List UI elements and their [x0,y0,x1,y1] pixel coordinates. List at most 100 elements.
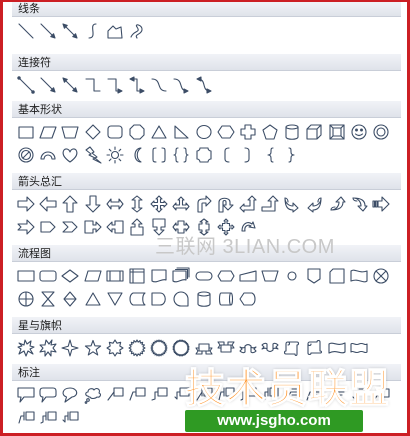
shape-terminator[interactable] [194,265,214,286]
shape-donut[interactable] [371,121,391,142]
shape-arrow-line[interactable] [38,20,58,41]
shape-manual-operation[interactable] [260,265,280,286]
shape-moon[interactable] [127,144,147,165]
shape-oval-callout[interactable] [60,384,80,405]
shape-right-brace[interactable] [282,144,302,165]
shape-data[interactable] [83,265,103,286]
shape-pentagon[interactable] [260,121,280,142]
shape-rectangle[interactable] [16,121,36,142]
shape-16-point-star[interactable] [127,337,147,358]
shape-line-callout-2[interactable] [127,384,147,405]
shape-freeform[interactable] [105,20,125,41]
shape-curve[interactable] [83,20,103,41]
shape-straight-double-arrow-connector[interactable] [60,74,80,95]
shape-straight-arrow-connector[interactable] [38,74,58,95]
shape-preparation[interactable] [216,265,236,286]
shape-curved-arrow-connector[interactable] [171,74,191,95]
shape-elbow-arrow-connector[interactable] [105,74,125,95]
shape-cloud-callout[interactable] [83,384,103,405]
shape-sort[interactable] [60,288,80,309]
shape-bent-up-arrow[interactable] [260,193,280,214]
shape-parallelogram[interactable] [38,121,58,142]
shape-left-arrow-callout[interactable] [105,216,125,237]
shape-display[interactable] [238,288,258,309]
shape-magnetic-disk[interactable] [194,288,214,309]
shape-sun[interactable] [105,144,125,165]
shape-merge[interactable] [105,288,125,309]
shape-line-callout-3-border-and-accent-bar[interactable] [38,407,58,428]
shape-double-bracket[interactable] [149,144,169,165]
shape-right-arrow[interactable] [16,193,36,214]
shape-lightning-bolt[interactable] [83,144,103,165]
shape-multidocument[interactable] [171,265,191,286]
shape-left-arrow[interactable] [38,193,58,214]
shape-cross[interactable] [238,121,258,142]
shape-line-callout-4-border-and-accent-bar[interactable] [60,407,80,428]
shape-right-triangle[interactable] [171,121,191,142]
shape-off-page-connector[interactable] [304,265,324,286]
shape-internal-storage[interactable] [127,265,147,286]
shape-plaque[interactable] [194,144,214,165]
shape-4-point-star[interactable] [60,337,80,358]
shape-elbow-connector[interactable] [83,74,103,95]
shape-horizontal-scroll[interactable] [304,337,324,358]
shape-or[interactable] [16,288,36,309]
shape-chevron[interactable] [60,216,80,237]
shape-no-symbol[interactable] [16,144,36,165]
shape-left-right-up-arrow[interactable] [171,193,191,214]
shape-curved-connector[interactable] [149,74,169,95]
shape-up-ribbon[interactable] [194,337,214,358]
shape-alternate-process[interactable] [38,265,58,286]
shape-summing-junction[interactable] [371,265,391,286]
shape-left-brace[interactable] [260,144,280,165]
shape-can[interactable] [282,121,302,142]
shape-up-down-arrow[interactable] [127,193,147,214]
shape-notched-right-arrow[interactable] [16,216,36,237]
shape-direct-access-storage[interactable] [216,288,236,309]
shape-oval[interactable] [194,121,214,142]
shape-explosion-2[interactable] [38,337,58,358]
shape-curved-double-arrow-connector[interactable] [194,74,214,95]
shape-heart[interactable] [60,144,80,165]
shape-curved-left-arrow[interactable] [304,193,324,214]
shape-down-arrow[interactable] [83,193,103,214]
shape-u-turn-arrow[interactable] [216,193,236,214]
shape-32-point-star[interactable] [171,337,191,358]
shape-rectangular-callout[interactable] [16,384,36,405]
shape-document[interactable] [149,265,169,286]
shape-pentagon-arrow[interactable] [38,216,58,237]
shape-elbow-double-arrow-connector[interactable] [127,74,147,95]
shape-double-brace[interactable] [171,144,191,165]
shape-right-bracket[interactable] [238,144,258,165]
shape-left-bracket[interactable] [216,144,236,165]
shape-diamond[interactable] [83,121,103,142]
shape-decision[interactable] [60,265,80,286]
shape-double-wave[interactable] [349,337,369,358]
shape-collate[interactable] [38,288,58,309]
shape-process[interactable] [16,265,36,286]
shape-left-right-arrow[interactable] [105,193,125,214]
shape-bevel[interactable] [327,121,347,142]
shape-explosion-1[interactable] [16,337,36,358]
shape-8-point-star[interactable] [105,337,125,358]
shape-vertical-scroll[interactable] [282,337,302,358]
shape-card[interactable] [327,265,347,286]
shape-manual-input[interactable] [238,265,258,286]
shape-smiley-face[interactable] [349,121,369,142]
shape-stored-data[interactable] [127,288,147,309]
shape-up-arrow[interactable] [60,193,80,214]
shape-trapezoid[interactable] [60,121,80,142]
shape-scribble[interactable] [127,20,147,41]
shape-connector[interactable] [282,265,302,286]
shape-wave[interactable] [327,337,347,358]
shape-sequential-access-storage[interactable] [171,288,191,309]
shape-isosceles-triangle[interactable] [149,121,169,142]
shape-hexagon[interactable] [216,121,236,142]
shape-line-callout-2-border-and-accent-bar[interactable] [16,407,36,428]
shape-up-arrow-callout[interactable] [127,216,147,237]
shape-punched-tape[interactable] [349,265,369,286]
shape-line-callout-1[interactable] [105,384,125,405]
shape-double-arrow-line[interactable] [60,20,80,41]
shape-predefined-process[interactable] [105,265,125,286]
shape-line-callout-3[interactable] [149,384,169,405]
